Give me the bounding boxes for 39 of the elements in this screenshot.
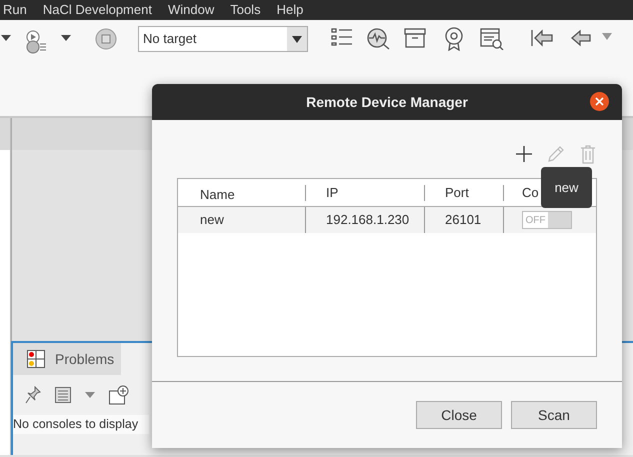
column-header[interactable]: Port <box>445 182 469 202</box>
dropdown-value: No target <box>143 30 196 48</box>
document-search-icon[interactable] <box>480 28 504 50</box>
menu-item[interactable]: Window <box>168 0 214 20</box>
dialog-button[interactable]: Close <box>416 401 502 429</box>
dialog-title: Remote Device Manager <box>306 92 468 112</box>
table-cell-text: 26101 <box>445 211 482 230</box>
back-to-start-icon[interactable] <box>530 29 554 47</box>
column-header[interactable]: IP <box>326 182 338 202</box>
column-header[interactable]: Co <box>522 182 539 202</box>
list-icon[interactable] <box>331 28 353 46</box>
menu-item[interactable]: NaCl Development <box>42 0 152 20</box>
table-cell-text: 192.168.1.230 <box>326 211 410 230</box>
dialog-button[interactable]: Scan <box>511 401 597 429</box>
status-message: No consoles to display <box>13 415 149 434</box>
new-console-icon[interactable] <box>109 385 129 405</box>
caret-icon[interactable] <box>60 34 72 42</box>
archive-box-icon[interactable] <box>404 28 426 48</box>
add-button[interactable] <box>514 144 534 164</box>
menu-item[interactable]: Tools <box>230 0 261 20</box>
rosette-icon[interactable] <box>444 27 464 51</box>
caret-icon[interactable] <box>292 36 302 42</box>
back-icon[interactable] <box>570 29 592 47</box>
caret-icon[interactable] <box>0 34 12 42</box>
console-icon[interactable] <box>55 387 71 403</box>
problems-tab[interactable]: Problems <box>13 343 121 375</box>
close-icon <box>595 97 604 106</box>
column-header[interactable]: Name <box>200 186 235 202</box>
tooltip: new <box>541 167 592 208</box>
disc-icon[interactable] <box>95 28 117 50</box>
close-button[interactable] <box>590 92 609 111</box>
run-config-icon[interactable] <box>25 30 47 54</box>
pin-icon[interactable] <box>25 386 41 404</box>
menu-item[interactable]: Run <box>3 0 27 20</box>
menu-item[interactable]: Help <box>276 0 304 20</box>
chart-search-icon[interactable] <box>367 28 391 50</box>
grid-icon <box>27 350 45 368</box>
target-dropdown[interactable]: No target <box>138 26 308 52</box>
table-cell: new <box>200 212 224 228</box>
